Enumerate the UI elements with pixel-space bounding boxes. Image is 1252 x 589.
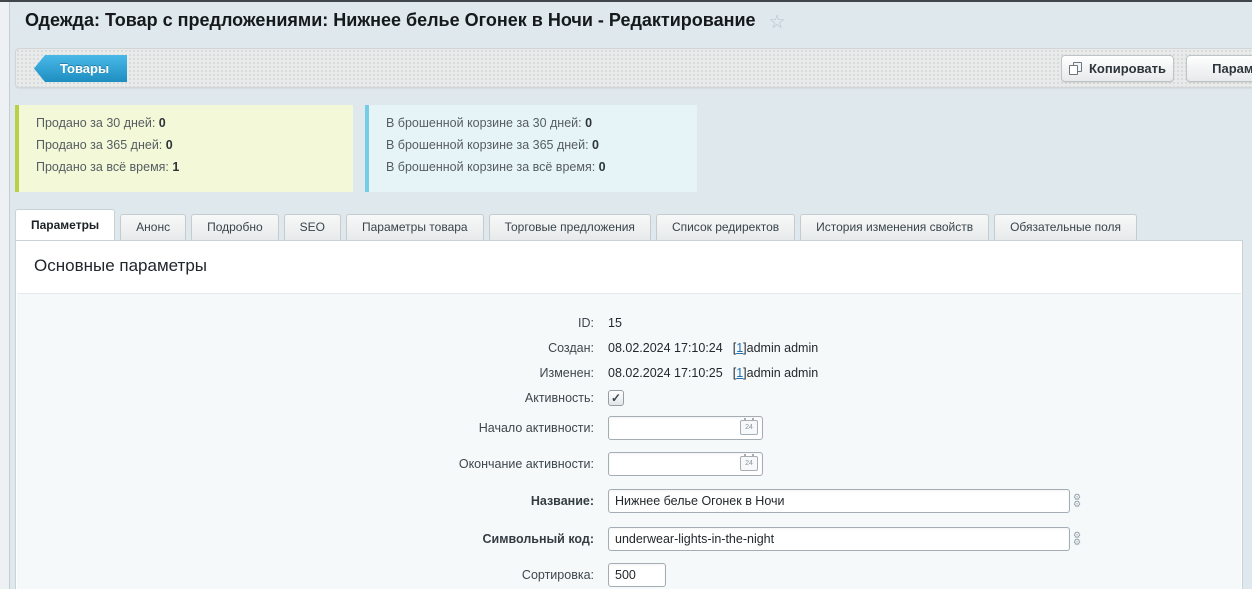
form-row-code: Символьный код: ⚙⚙ — [17, 520, 1241, 558]
left-rail — [0, 2, 10, 589]
back-to-products-button[interactable]: Товары — [34, 55, 127, 82]
active-checkbox[interactable]: ✓ — [608, 390, 624, 406]
tab-trade-offers[interactable]: Торговые предложения — [489, 214, 651, 240]
form-row-modified: Изменен: 08.02.2024 17:10:25 [1] admin a… — [17, 360, 1241, 385]
context-toolbar: Товары Копировать Параметр — [15, 48, 1252, 88]
tab-redirect-list[interactable]: Список редиректов — [656, 214, 795, 240]
abandoned-cart-stats-box: В брошенной корзине за 30 дней: 0 В брош… — [365, 105, 697, 192]
edit-form: ID: 15 Создан: 08.02.2024 17:10:24 [1] a… — [17, 293, 1241, 589]
active-from-label: Начало активности: — [17, 421, 608, 435]
copy-button-label: Копировать — [1089, 61, 1166, 76]
main-parameters-panel: Основные параметры ID: 15 Создан: 08.02.… — [15, 240, 1243, 589]
modified-user-name: admin admin — [747, 366, 819, 380]
sold-30-days-value: 0 — [159, 116, 166, 130]
settings-button[interactable]: Параметр — [1186, 55, 1252, 82]
sold-365-days-value: 0 — [166, 138, 173, 152]
sold-all-time: Продано за всё время: 1 — [36, 160, 353, 174]
copy-button[interactable]: Копировать — [1061, 55, 1174, 82]
translit-settings-icon[interactable]: ⚙⚙ — [1073, 532, 1081, 546]
calendar-icon[interactable]: 24 — [740, 456, 758, 471]
modified-label: Изменен: — [17, 366, 608, 380]
created-user-name: admin admin — [747, 341, 819, 355]
abandoned-30-days: В брошенной корзине за 30 дней: 0 — [386, 116, 697, 130]
abandoned-all-time: В брошенной корзине за всё время: 0 — [386, 160, 697, 174]
form-row-name: Название: ⚙⚙ — [17, 482, 1241, 520]
tab-announce[interactable]: Анонс — [120, 214, 186, 240]
form-row-sort: Сортировка: — [17, 558, 1241, 589]
tab-product-parameters[interactable]: Параметры товара — [346, 214, 484, 240]
check-icon: ✓ — [611, 392, 621, 404]
form-row-active: Активность: ✓ — [17, 385, 1241, 410]
active-to-label: Окончание активности: — [17, 457, 608, 471]
modified-user-id-link[interactable]: 1 — [736, 366, 743, 380]
abandoned-all-time-value: 0 — [599, 160, 606, 174]
page-title: Одежда: Товар с предложениями: Нижнее бе… — [25, 10, 786, 34]
form-row-active-to: Окончание активности: 24 — [17, 446, 1241, 482]
created-user-id-link[interactable]: 1 — [736, 341, 743, 355]
form-row-id: ID: 15 — [17, 310, 1241, 335]
id-label: ID: — [17, 316, 608, 330]
code-label: Символьный код: — [17, 532, 608, 546]
sold-365-days: Продано за 365 дней: 0 — [36, 138, 353, 152]
tab-required-fields[interactable]: Обязательные поля — [994, 214, 1137, 240]
name-input[interactable] — [608, 489, 1070, 513]
sort-input[interactable] — [608, 563, 666, 587]
modified-datetime: 08.02.2024 17:10:25 — [608, 366, 723, 380]
active-label: Активность: — [17, 391, 608, 405]
code-input[interactable] — [608, 527, 1070, 551]
page-title-text: Одежда: Товар с предложениями: Нижнее бе… — [25, 10, 756, 30]
tab-detail[interactable]: Подробно — [191, 214, 279, 240]
tab-seo[interactable]: SEO — [284, 214, 341, 240]
sort-label: Сортировка: — [17, 568, 608, 582]
created-label: Создан: — [17, 341, 608, 355]
edit-form-tabs: Параметры Анонс Подробно SEO Параметры т… — [15, 209, 1252, 240]
form-row-active-from: Начало активности: 24 — [17, 410, 1241, 446]
section-title: Основные параметры — [34, 256, 1242, 276]
sold-stats-box: Продано за 30 дней: 0 Продано за 365 дне… — [15, 105, 353, 192]
top-divider — [0, 0, 1252, 2]
name-label: Название: — [17, 494, 608, 508]
abandoned-365-days: В брошенной корзине за 365 дней: 0 — [386, 138, 697, 152]
tab-parameters[interactable]: Параметры — [15, 209, 115, 240]
calendar-icon[interactable]: 24 — [740, 420, 758, 435]
form-row-created: Создан: 08.02.2024 17:10:24 [1] admin ad… — [17, 335, 1241, 360]
copy-icon — [1069, 62, 1082, 75]
tab-property-change-history[interactable]: История изменения свойств — [800, 214, 989, 240]
sold-30-days: Продано за 30 дней: 0 — [36, 116, 353, 130]
created-datetime: 08.02.2024 17:10:24 — [608, 341, 723, 355]
sold-all-time-value: 1 — [172, 160, 179, 174]
id-value: 15 — [608, 316, 622, 330]
abandoned-365-days-value: 0 — [592, 138, 599, 152]
abandoned-30-days-value: 0 — [585, 116, 592, 130]
favorite-star-icon[interactable]: ☆ — [769, 11, 786, 34]
settings-button-label: Параметр — [1212, 61, 1252, 76]
translit-settings-icon[interactable]: ⚙⚙ — [1073, 494, 1081, 508]
